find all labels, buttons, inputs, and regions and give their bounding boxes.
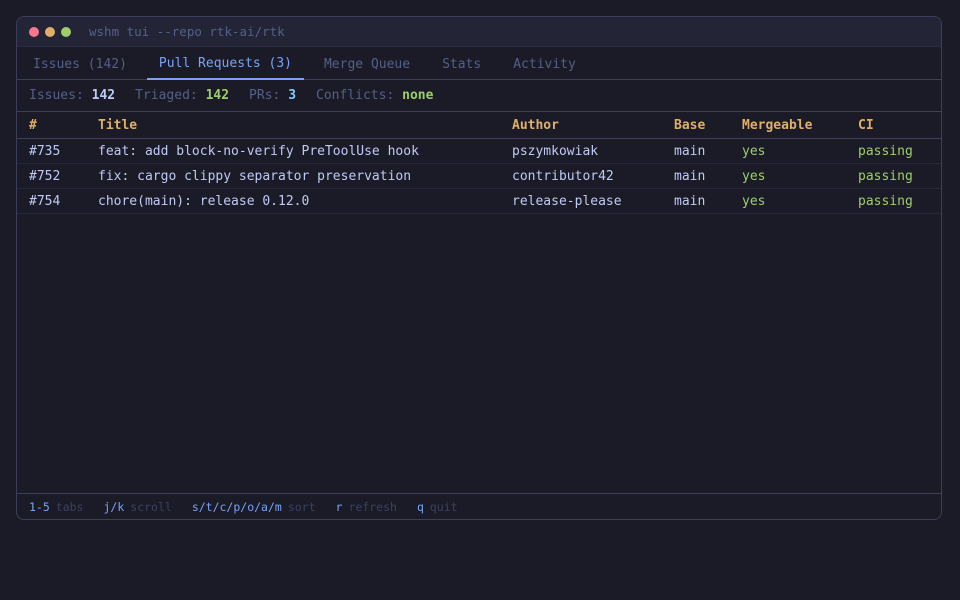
pr-title: chore(main): release 0.12.0 (98, 188, 512, 214)
hint-desc: scroll (130, 499, 172, 514)
pr-base: main (674, 188, 742, 214)
hint-refresh: r refresh (336, 500, 397, 514)
tab-issues[interactable]: Issues (142) (21, 48, 139, 80)
pull-requests-table: # Title Author Base Mergeable CI #735 fe… (17, 112, 941, 214)
maximize-window-icon[interactable] (61, 26, 71, 37)
summary-conflicts-value: none (402, 88, 434, 103)
column-header-author[interactable]: Author (512, 112, 674, 139)
column-header-number[interactable]: # (17, 112, 98, 139)
table-header-row: # Title Author Base Mergeable CI (17, 112, 941, 139)
minimize-window-icon[interactable] (45, 26, 55, 37)
hint-key: r (335, 499, 343, 514)
tab-pull-requests[interactable]: Pull Requests (3) (146, 48, 304, 80)
summary-issues-label: Issues: (29, 88, 84, 103)
hint-sort: s/t/c/p/o/a/m sort (192, 500, 316, 514)
table-row[interactable]: #735 feat: add block-no-verify PreToolUs… (17, 138, 941, 164)
column-header-base[interactable]: Base (674, 112, 742, 139)
pr-number: #754 (17, 188, 98, 214)
summary-prs: PRs: 3 (249, 88, 296, 103)
table-row[interactable]: #754 chore(main): release 0.12.0 release… (17, 188, 941, 214)
summary-triaged: Triaged: 142 (135, 88, 229, 103)
summary-prs-label: PRs: (249, 88, 281, 103)
hint-scroll: j/k scroll (103, 500, 171, 514)
tab-bar: Issues (142) Pull Requests (3) Merge Que… (17, 47, 941, 80)
pr-mergeable: yes (742, 138, 858, 164)
pr-base: main (674, 138, 742, 164)
column-header-mergeable[interactable]: Mergeable (742, 112, 858, 139)
hint-desc: refresh (348, 499, 397, 514)
pr-author: pszymkowiak (512, 138, 674, 164)
pr-ci-status: passing (858, 138, 941, 164)
hint-desc: tabs (55, 499, 84, 514)
column-header-title[interactable]: Title (98, 112, 512, 139)
hint-tabs: 1-5 tabs (29, 500, 83, 514)
column-header-ci[interactable]: CI (858, 112, 941, 139)
table-row[interactable]: #752 fix: cargo clippy separator preserv… (17, 163, 941, 189)
pr-mergeable: yes (742, 163, 858, 189)
hint-quit: q quit (417, 500, 458, 514)
pr-author: release-please (512, 188, 674, 214)
summary-conflicts-label: Conflicts: (316, 88, 395, 103)
pr-number: #752 (17, 163, 98, 189)
title-bar: wshm tui --repo rtk-ai/rtk (17, 17, 941, 47)
window-title: wshm tui --repo rtk-ai/rtk (89, 24, 285, 39)
pr-ci-status: passing (858, 188, 941, 214)
summary-triaged-value: 142 (205, 88, 230, 103)
keybinding-footer: 1-5 tabs j/k scroll s/t/c/p/o/a/m sort r ref… (17, 493, 941, 519)
hint-key: q (416, 499, 424, 514)
summary-issues-value: 142 (91, 88, 116, 103)
pr-title: feat: add block-no-verify PreToolUse hoo… (98, 138, 512, 164)
close-window-icon[interactable] (29, 26, 39, 37)
hint-desc: sort (287, 499, 316, 514)
hint-key: s/t/c/p/o/a/m (191, 499, 282, 514)
hint-key: 1-5 (29, 499, 50, 514)
summary-issues: Issues: 142 (29, 88, 115, 103)
hint-desc: quit (429, 499, 458, 514)
summary-bar: Issues: 142 Triaged: 142 PRs: 3 Conflict… (17, 80, 941, 112)
pr-base: main (674, 163, 742, 189)
pr-ci-status: passing (858, 163, 941, 189)
summary-conflicts: Conflicts: none (316, 88, 433, 103)
tab-stats[interactable]: Stats (430, 48, 493, 80)
pr-mergeable: yes (742, 188, 858, 214)
pr-author: contributor42 (512, 163, 674, 189)
pr-number: #735 (17, 138, 98, 164)
hint-key: j/k (103, 499, 125, 514)
summary-prs-value: 3 (288, 88, 297, 103)
pr-title: fix: cargo clippy separator preservation (98, 163, 512, 189)
terminal-window: wshm tui --repo rtk-ai/rtk Issues (142) … (16, 16, 942, 520)
summary-triaged-label: Triaged: (135, 88, 198, 103)
tab-merge-queue[interactable]: Merge Queue (312, 48, 422, 80)
tab-activity[interactable]: Activity (501, 48, 588, 80)
